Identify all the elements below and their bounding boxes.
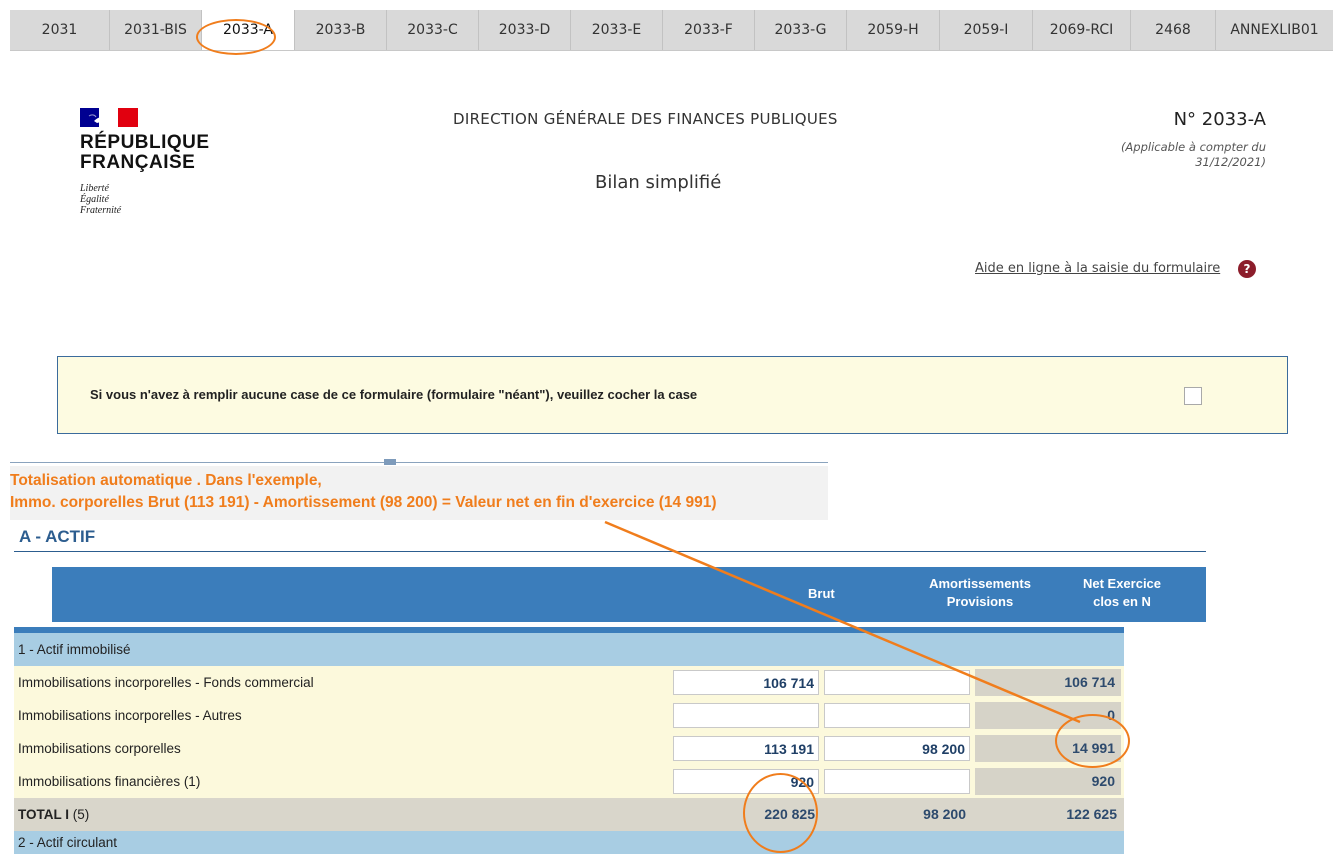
tab-2033-e[interactable]: 2033-E — [571, 10, 663, 50]
amort-input[interactable] — [824, 703, 970, 728]
republic-name: RÉPUBLIQUE FRANÇAISE — [80, 132, 210, 173]
section-divider — [14, 551, 1206, 552]
annotation-text: Totalisation automatique . Dans l'exempl… — [10, 472, 717, 511]
tab-2031-bis[interactable]: 2031-BIS — [110, 10, 202, 50]
online-help-link[interactable]: Aide en ligne à la saisie du formulaire — [975, 261, 1220, 276]
col-brut-header: Brut — [808, 586, 835, 601]
brut-input[interactable]: 106 714 — [673, 670, 819, 695]
tab-annexlib01[interactable]: ANNEXLIB01 — [1216, 10, 1333, 50]
republic-motto: Liberté Égalité Fraternité — [80, 183, 122, 216]
tab-2033-d[interactable]: 2033-D — [479, 10, 571, 50]
row-label: TOTAL I (5) — [18, 807, 90, 822]
row-label: Immobilisations corporelles — [18, 741, 181, 756]
tab-2059-h[interactable]: 2059-H — [847, 10, 940, 50]
net-value: 106 714 — [975, 669, 1121, 696]
row-label: 2 - Actif circulant — [18, 835, 118, 850]
table-row: Immobilisations incorporelles - Autres 0 — [14, 699, 1124, 732]
table-row: Immobilisations incorporelles - Fonds co… — [14, 666, 1124, 699]
tab-2033-f[interactable]: 2033-F — [663, 10, 755, 50]
total-net: 122 625 — [1066, 806, 1117, 822]
tab-2031[interactable]: 2031 — [10, 10, 110, 50]
brut-input[interactable]: 920 — [673, 769, 819, 794]
row-label: Immobilisations incorporelles - Autres — [18, 708, 242, 723]
amort-input[interactable] — [824, 670, 970, 695]
form-title: Bilan simplifié — [595, 172, 722, 193]
row-label: Immobilisations incorporelles - Fonds co… — [18, 675, 314, 690]
tab-2059-i[interactable]: 2059-I — [940, 10, 1033, 50]
amort-input[interactable] — [824, 769, 970, 794]
table-row: Immobilisations corporelles 113 191 98 2… — [14, 732, 1124, 765]
form-tab-bar: 2031 2031-BIS 2033-A 2033-B 2033-C 2033-… — [10, 10, 1333, 51]
col-amort-header: Amortissements Provisions — [929, 576, 1031, 609]
table-row: Immobilisations financières (1) 920 920 — [14, 765, 1124, 798]
tab-2033-c[interactable]: 2033-C — [387, 10, 479, 50]
applicability-note: (Applicable à compter du 31/12/2021) — [1120, 140, 1266, 169]
brut-input[interactable]: 113 191 — [673, 736, 819, 761]
category-row-actif-circulant: 2 - Actif circulant — [14, 831, 1124, 854]
total-row: TOTAL I (5) 220 825 98 200 122 625 — [14, 798, 1124, 831]
total-brut: 220 825 — [764, 806, 815, 822]
section-title-actif: A - ACTIF — [19, 527, 96, 546]
col-net-header: Net Exercice clos en N — [1082, 576, 1162, 609]
category-row-actif-immobilise: 1 - Actif immobilisé — [14, 633, 1124, 666]
tab-2468[interactable]: 2468 — [1131, 10, 1216, 50]
divider — [10, 462, 828, 463]
tab-2033-a[interactable]: 2033-A — [202, 10, 295, 50]
tab-2069-rci[interactable]: 2069-RCI — [1033, 10, 1131, 50]
marianne-flag-logo — [80, 108, 138, 127]
tab-2033-g[interactable]: 2033-G — [755, 10, 847, 50]
neant-declaration-box: Si vous n'avez à remplir aucune case de … — [57, 356, 1288, 434]
tab-2033-b[interactable]: 2033-B — [295, 10, 387, 50]
net-value: 14 991 — [975, 735, 1121, 762]
table-header: Brut Amortissements Provisions Net Exerc… — [52, 567, 1206, 622]
resize-handle[interactable] — [384, 459, 396, 465]
neant-label: Si vous n'avez à remplir aucune case de … — [90, 387, 698, 402]
help-question-icon[interactable]: ? — [1238, 260, 1256, 278]
direction-title: DIRECTION GÉNÉRALE DES FINANCES PUBLIQUE… — [453, 110, 838, 128]
row-label: Immobilisations financières (1) — [18, 774, 201, 789]
row-label: 1 - Actif immobilisé — [18, 642, 131, 657]
net-value: 0 — [975, 702, 1121, 729]
neant-checkbox[interactable] — [1184, 387, 1202, 405]
brut-input[interactable] — [673, 703, 819, 728]
form-number: N° 2033-A — [1173, 109, 1266, 130]
net-value: 920 — [975, 768, 1121, 795]
amort-input[interactable]: 98 200 — [824, 736, 970, 761]
total-amort: 98 200 — [923, 806, 966, 822]
